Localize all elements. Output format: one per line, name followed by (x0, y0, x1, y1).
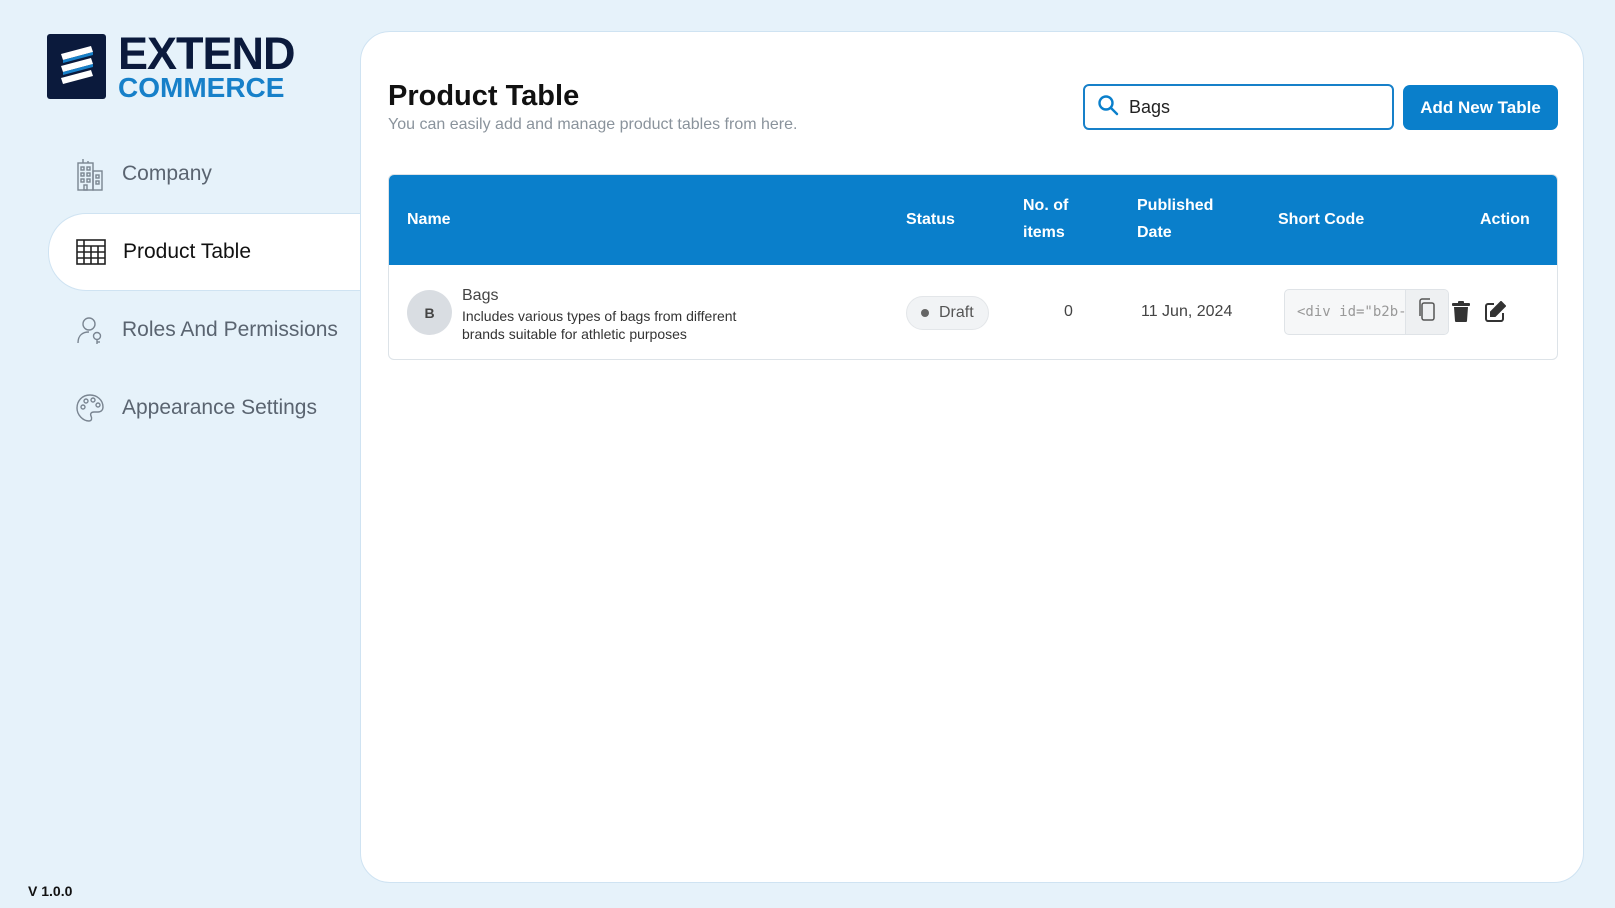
product-table: Name Status No. of items Published Date … (388, 174, 1558, 360)
sidebar-item-product-table[interactable]: Product Table (48, 213, 362, 291)
search-box[interactable] (1083, 84, 1394, 130)
sidebar: EXTEND COMMERCE Company Product Table Ro… (0, 0, 362, 908)
table-header: Name Status No. of items Published Date … (389, 175, 1557, 265)
page-title: Product Table (388, 80, 580, 112)
column-header-status: Status (906, 211, 955, 228)
sidebar-item-label: Product Table (123, 240, 252, 263)
status-dot-icon (921, 309, 929, 317)
user-key-icon (74, 314, 106, 346)
column-header-items-line2: items (1023, 224, 1065, 241)
column-header-published-date: Published Date (1137, 192, 1213, 246)
sidebar-item-label: Company (122, 162, 212, 185)
column-header-items: No. of items (1023, 192, 1068, 246)
main-panel: Product Table You can easily add and man… (360, 31, 1584, 883)
column-header-short-code: Short Code (1278, 211, 1365, 228)
building-icon (74, 158, 106, 191)
brand-line1: EXTEND (118, 28, 296, 79)
table-grid-icon (75, 236, 107, 268)
sidebar-item-label: Roles And Permissions (122, 318, 338, 341)
status-badge: Draft (906, 296, 989, 330)
palette-icon (74, 392, 106, 424)
edit-icon[interactable] (1485, 300, 1507, 327)
row-item-count: 0 (1064, 303, 1073, 320)
sidebar-nav: Company Product Table Roles And Permissi… (48, 135, 362, 447)
status-label: Draft (939, 304, 974, 321)
column-header-name: Name (407, 211, 451, 228)
row-published-date: 11 Jun, 2024 (1141, 303, 1233, 320)
avatar: B (407, 290, 452, 335)
column-header-date-line2: Date (1137, 224, 1172, 241)
delete-icon[interactable] (1452, 301, 1470, 327)
search-icon (1097, 94, 1119, 121)
sidebar-item-company[interactable]: Company (48, 135, 362, 213)
column-header-items-line1: No. of (1023, 197, 1069, 214)
page-subtitle: You can easily add and manage product ta… (388, 116, 798, 133)
shortcode-text: <div id="b2b- (1297, 304, 1405, 320)
add-new-table-button[interactable]: Add New Table (1403, 85, 1558, 130)
version-label: V 1.0.0 (28, 883, 73, 899)
column-header-date-line1: Published (1137, 197, 1214, 214)
shortcode-field[interactable]: <div id="b2b- (1284, 289, 1449, 335)
search-input[interactable] (1129, 96, 1369, 118)
sidebar-item-label: Appearance Settings (122, 396, 317, 419)
table-row[interactable]: B Bags Includes various types of bags fr… (389, 265, 1557, 359)
sidebar-item-appearance-settings[interactable]: Appearance Settings (48, 369, 362, 447)
sidebar-item-roles-and-permissions[interactable]: Roles And Permissions (48, 291, 362, 369)
copy-icon (1417, 297, 1437, 327)
row-description: Includes various types of bags from diff… (462, 308, 737, 342)
brand-logo[interactable]: EXTEND COMMERCE (47, 28, 296, 102)
row-name: Bags (462, 287, 499, 304)
logo-mark-icon (47, 34, 106, 99)
copy-shortcode-button[interactable] (1405, 290, 1448, 334)
brand-wordmark: EXTEND COMMERCE (118, 28, 296, 102)
column-header-action: Action (1480, 211, 1530, 228)
